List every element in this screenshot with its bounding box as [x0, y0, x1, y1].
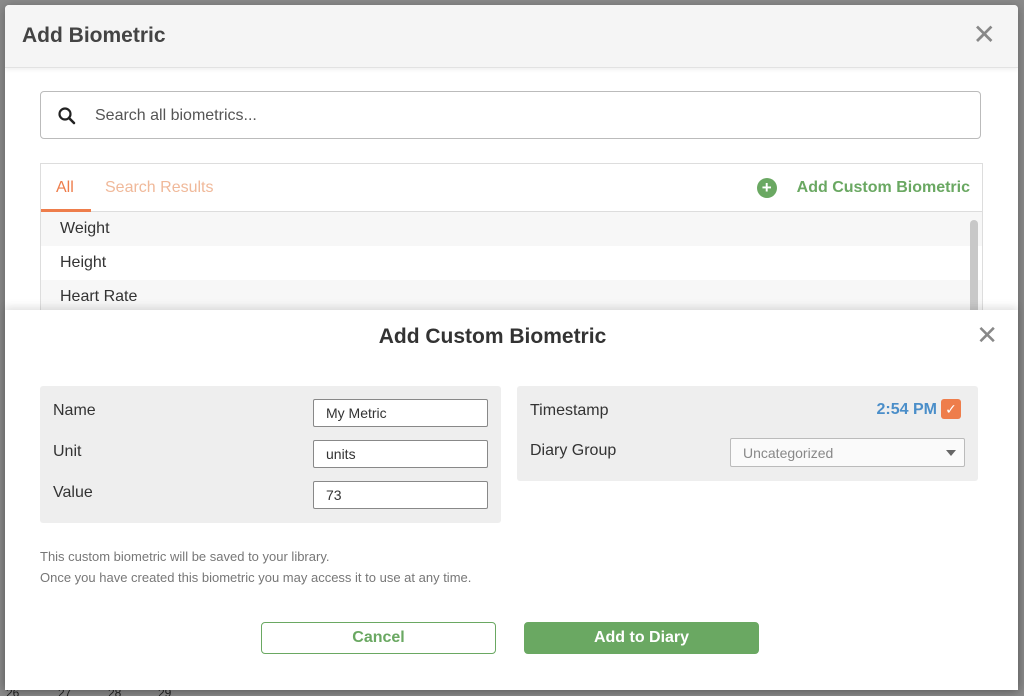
close-icon[interactable]: ✕ — [973, 21, 996, 49]
biometric-list: Weight Height Heart Rate — [41, 212, 982, 314]
scrollbar[interactable] — [970, 220, 978, 320]
close-icon[interactable]: ✕ — [976, 320, 998, 351]
add-custom-biometric-label: Add Custom Biometric — [796, 179, 970, 196]
name-input[interactable] — [313, 399, 488, 427]
add-to-diary-button[interactable]: Add to Diary — [524, 622, 759, 654]
tabs-row: All Search Results + Add Custom Biometri… — [41, 164, 982, 212]
chevron-down-icon — [946, 450, 956, 456]
modal-header: Add Biometric ✕ — [5, 5, 1018, 68]
timestamp-box: Timestamp 2:54 PM ✓ Diary Group Uncatego… — [517, 386, 978, 481]
search-box[interactable] — [40, 91, 981, 139]
biometric-fields-box: Name Unit Value — [40, 386, 501, 523]
add-custom-biometric-modal: Add Custom Biometric ✕ Name Unit Value T… — [5, 310, 1018, 690]
timestamp-label: Timestamp — [530, 402, 609, 419]
search-input[interactable] — [95, 102, 955, 130]
unit-label: Unit — [53, 443, 82, 460]
biometric-list-panel: All Search Results + Add Custom Biometri… — [40, 163, 983, 323]
timestamp-value[interactable]: 2:54 PM — [877, 401, 937, 419]
add-custom-biometric-button[interactable]: + Add Custom Biometric — [756, 178, 970, 198]
tab-all[interactable]: All — [56, 179, 74, 197]
active-tab-indicator — [41, 209, 91, 212]
diary-group-label: Diary Group — [530, 442, 617, 459]
info-text-line-2: Once you have created this biometric you… — [40, 570, 472, 585]
modal-title: Add Biometric — [22, 24, 166, 47]
value-label: Value — [53, 484, 93, 501]
list-item[interactable]: Weight — [41, 212, 982, 246]
list-item[interactable]: Height — [41, 246, 982, 280]
timestamp-checkbox[interactable]: ✓ — [941, 399, 961, 419]
diary-group-select[interactable]: Uncategorized — [730, 438, 965, 467]
unit-input[interactable] — [313, 440, 488, 468]
cancel-button[interactable]: Cancel — [261, 622, 496, 654]
inner-modal-title: Add Custom Biometric — [378, 325, 607, 348]
list-item[interactable]: Heart Rate — [41, 280, 982, 314]
value-input[interactable] — [313, 481, 488, 509]
tab-search-results[interactable]: Search Results — [105, 179, 214, 197]
diary-group-selected-value: Uncategorized — [743, 445, 834, 461]
name-label: Name — [53, 402, 96, 419]
plus-circle-icon: + — [756, 178, 777, 198]
info-text-line-1: This custom biometric will be saved to y… — [40, 549, 330, 564]
search-icon — [58, 107, 76, 125]
